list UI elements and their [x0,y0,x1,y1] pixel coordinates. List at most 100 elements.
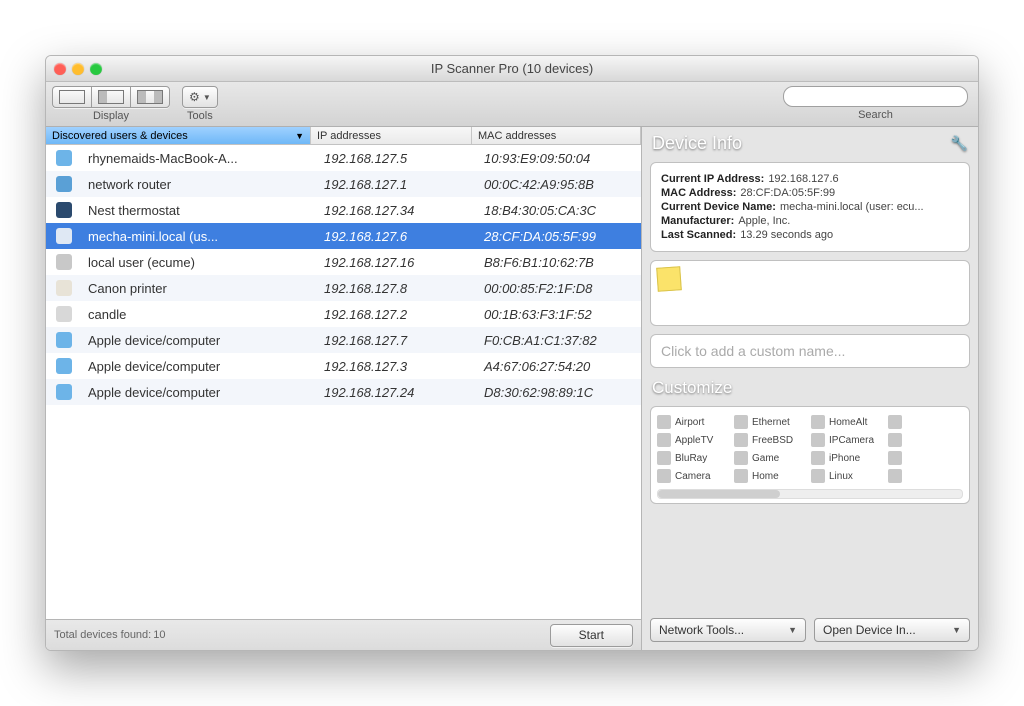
titlebar: IP Scanner Pro (10 devices) [46,56,978,82]
customize-item-label: FreeBSD [752,435,793,446]
table-row[interactable]: candle192.168.127.200:1B:63:F3:1F:52 [46,301,641,327]
tools-label: Tools [187,110,213,122]
table-row[interactable]: Apple device/computer192.168.127.3A4:67:… [46,353,641,379]
customize-item-icon [888,451,902,465]
table-row[interactable]: mecha-mini.local (us...192.168.127.628:C… [46,223,641,249]
layout-left-icon [98,90,124,104]
device-mac: 00:00:85:F2:1F:D8 [478,281,641,296]
device-mac: B8:F6:B1:10:62:7B [478,255,641,270]
device-ip: 192.168.127.3 [318,359,478,374]
customize-item[interactable]: Ethernet [734,415,809,429]
chevron-down-icon: ▼ [203,93,211,102]
device-ip: 192.168.127.24 [318,385,478,400]
column-header-macs[interactable]: MAC addresses [472,127,641,144]
customize-item-icon [888,433,902,447]
customize-item-icon [734,451,748,465]
customize-item-label: BluRay [675,453,707,464]
table-row[interactable]: Nest thermostat192.168.127.3418:B4:30:05… [46,197,641,223]
table-row[interactable]: network router192.168.127.100:0C:42:A9:9… [46,171,641,197]
customize-item-label: Ethernet [752,417,790,428]
device-ip: 192.168.127.16 [318,255,478,270]
tools-menu-button[interactable]: ⚙ ▼ [182,86,218,108]
sort-indicator-icon: ▼ [295,131,304,141]
customize-item-label: Airport [675,417,704,428]
notes-card[interactable] [650,260,970,326]
customize-item[interactable]: IPCamera [811,433,886,447]
display-segmented-control[interactable] [52,86,170,108]
device-ip: 192.168.127.2 [318,307,478,322]
table-row[interactable]: Apple device/computer192.168.127.24D8:30… [46,379,641,405]
device-name: network router [82,177,318,192]
table-row[interactable]: Apple device/computer192.168.127.7F0:CB:… [46,327,641,353]
customize-item[interactable]: Camera [657,469,732,483]
device-ip: 192.168.127.6 [318,229,478,244]
customize-item[interactable] [888,451,963,465]
customize-item[interactable] [888,433,963,447]
table-row[interactable]: local user (ecume)192.168.127.16B8:F6:B1… [46,249,641,275]
device-ip: 192.168.127.7 [318,333,478,348]
device-mac: A4:67:06:27:54:20 [478,359,641,374]
customize-item[interactable] [888,415,963,429]
device-ip: 192.168.127.34 [318,203,478,218]
customize-item[interactable] [888,469,963,483]
device-name: Apple device/computer [82,333,318,348]
customize-item-icon [657,451,671,465]
start-button[interactable]: Start [550,624,633,647]
customize-item-label: Game [752,453,779,464]
wrench-icon[interactable]: 🔧 [951,135,968,152]
side-panel: Device Info 🔧 Current IP Address:192.168… [642,127,978,650]
customize-item-icon [888,469,902,483]
customize-item[interactable]: AppleTV [657,433,732,447]
device-icon [56,280,72,296]
device-mac: 18:B4:30:05:CA:3C [478,203,641,218]
customize-heading: Customize [652,378,968,398]
device-mac: 00:0C:42:A9:95:8B [478,177,641,192]
customize-card: Airport Ethernet HomeAlt AppleTV FreeBSD IPCa… [650,406,970,504]
chevron-down-icon: ▼ [952,625,961,635]
customize-item[interactable]: Airport [657,415,732,429]
device-name: candle [82,307,318,322]
customize-item[interactable]: Linux [811,469,886,483]
device-icon [56,306,72,322]
customize-item[interactable]: Game [734,451,809,465]
network-tools-button[interactable]: Network Tools...▼ [650,618,806,642]
customize-item-icon [657,469,671,483]
device-name: local user (ecume) [82,255,318,270]
device-icon [56,150,72,166]
customize-item-label: HomeAlt [829,417,867,428]
info-mac: 28:CF:DA:05:5F:99 [740,187,835,199]
column-header-devices[interactable]: Discovered users & devices ▼ [46,127,311,144]
customize-item-icon [811,469,825,483]
customize-scrollbar[interactable] [657,489,963,499]
device-ip: 192.168.127.8 [318,281,478,296]
device-icon [56,176,72,192]
info-mfr: Apple, Inc. [738,215,790,227]
customize-item[interactable]: BluRay [657,451,732,465]
device-name: Apple device/computer [82,359,318,374]
customize-item-icon [734,469,748,483]
customize-item-label: Home [752,471,779,482]
search-input[interactable] [783,86,968,107]
customize-item-icon [734,415,748,429]
table-row[interactable]: Canon printer192.168.127.800:00:85:F2:1F… [46,275,641,301]
chevron-down-icon: ▼ [788,625,797,635]
open-device-in-button[interactable]: Open Device In...▼ [814,618,970,642]
table-footer: Total devices found: 10 Start [46,619,641,650]
customize-item[interactable]: HomeAlt [811,415,886,429]
display-label: Display [93,110,129,122]
gear-icon: ⚙ [189,90,200,104]
total-label: Total devices found: [54,629,151,641]
device-icon [56,384,72,400]
total-value: 10 [153,629,165,641]
column-header-ips[interactable]: IP addresses [311,127,472,144]
customize-item[interactable]: FreeBSD [734,433,809,447]
custom-name-input[interactable]: Click to add a custom name... [650,334,970,368]
customize-item[interactable]: iPhone [811,451,886,465]
customize-item[interactable]: Home [734,469,809,483]
customize-item-icon [657,415,671,429]
device-mac: F0:CB:A1:C1:37:82 [478,333,641,348]
toolbar: Display ⚙ ▼ Tools 🔍 Search [46,82,978,127]
app-window: IP Scanner Pro (10 devices) Display ⚙ ▼ … [45,55,979,651]
table-row[interactable]: rhynemaids-MacBook-A...192.168.127.510:9… [46,145,641,171]
device-name: Apple device/computer [82,385,318,400]
